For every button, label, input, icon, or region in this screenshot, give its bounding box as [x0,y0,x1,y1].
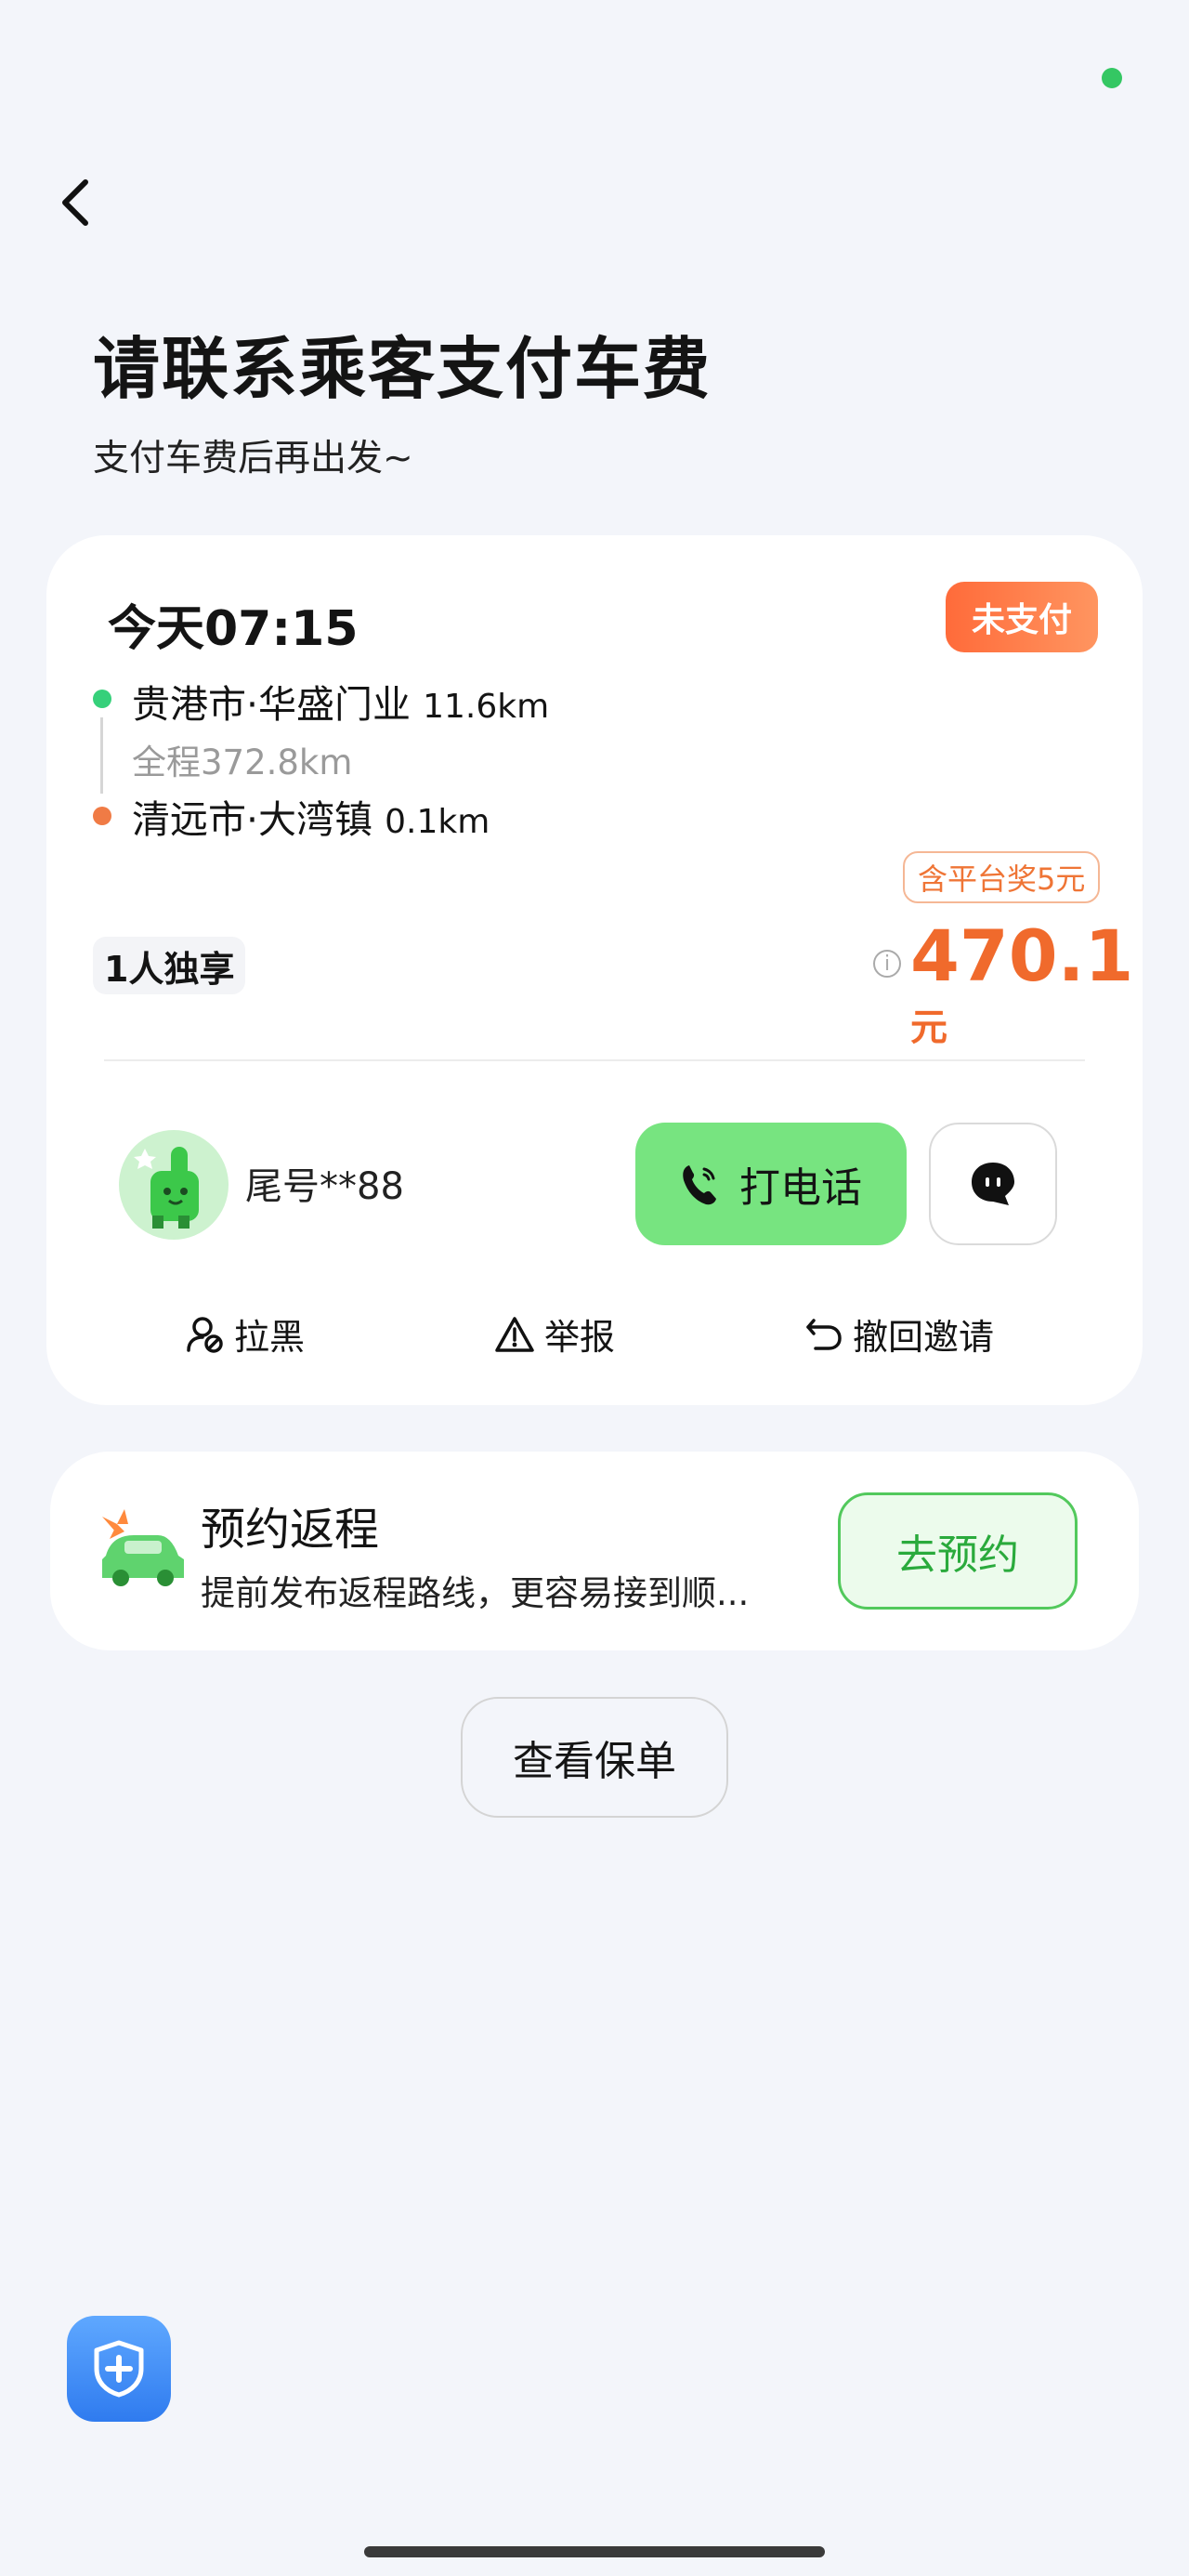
destination-place: 清远市·大湾镇 [132,797,373,842]
view-policy-button[interactable]: 查看保单 [461,1697,728,1818]
back-button[interactable] [54,175,100,230]
ride-type-badge: 1人独享 [93,937,246,994]
return-trip-description: 提前发布返程路线，更容易接到顺... [201,1573,750,1613]
warning-icon [495,1316,534,1352]
block-user-icon [187,1316,223,1353]
call-button[interactable]: 打电话 [635,1123,907,1245]
origin-dot [93,690,111,708]
undo-icon [806,1318,842,1350]
price-unit: 元 [910,1006,947,1049]
status-badge: 未支付 [946,582,1098,652]
destination-distance: 0.1km [385,803,490,841]
report-button[interactable]: 举报 [494,1308,615,1360]
thumbs-up-mascot-icon [134,1147,199,1229]
divider [104,1059,1085,1061]
car-pinwheel-icon [102,1509,184,1586]
destination-address: 清远市·大湾镇 0.1km [132,788,490,844]
call-button-label: 打电话 [739,1164,862,1212]
price-value: 470.1 [910,914,1134,997]
avatar [119,1130,229,1240]
block-button[interactable]: 拉黑 [186,1308,305,1360]
status-indicator-dot [1102,68,1122,88]
route-line [100,717,103,794]
total-distance: 全程372.8km [132,743,353,782]
revoke-invite-button[interactable]: 撤回邀请 [804,1308,994,1360]
revoke-label: 撤回邀请 [853,1317,995,1358]
report-label: 举报 [544,1317,616,1358]
destination-dot [93,807,111,825]
return-trip-card: 预约返程 提前发布返程路线，更容易接到顺... 去预约 [50,1452,1139,1650]
return-trip-title: 预约返程 [201,1504,380,1556]
info-icon[interactable]: i [873,950,901,978]
phone-icon [683,1165,716,1205]
page-title: 请联系乘客支付车费 [93,330,712,408]
origin-place: 贵港市·华盛门业 [132,682,412,727]
origin-distance: 11.6km [423,688,550,726]
fare-price: 470.1 元 [910,914,1143,1051]
block-label: 拉黑 [234,1317,306,1358]
chat-bubble-icon [972,1163,1014,1205]
home-indicator[interactable] [364,2546,825,2557]
passenger-phone-tail: 尾号**88 [245,1165,404,1208]
back-arrow-icon [62,179,88,226]
reward-tag: 含平台奖5元 [903,851,1101,903]
shield-plus-icon [94,2340,144,2398]
order-card: 今天07:15 未支付 贵港市·华盛门业 11.6km 全程372.8km 清远… [46,535,1143,1405]
departure-time: 今天07:15 [108,601,359,657]
book-return-button[interactable]: 去预约 [838,1492,1078,1610]
message-button[interactable] [929,1123,1057,1245]
origin-address: 贵港市·华盛门业 11.6km [132,673,549,729]
page-subtitle: 支付车费后再出发~ [93,438,413,480]
safety-button[interactable] [67,2316,171,2422]
